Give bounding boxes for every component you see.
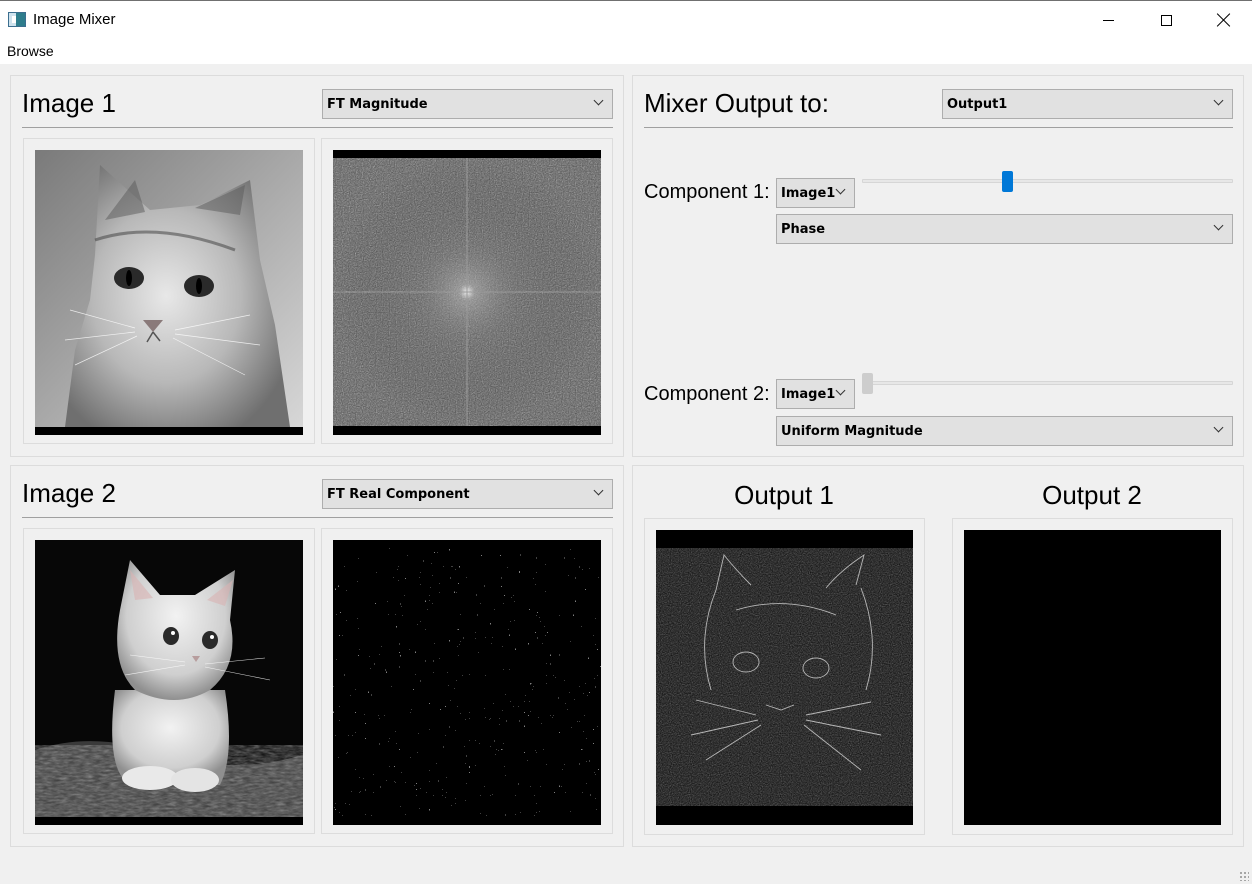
maximize-button[interactable] [1137, 1, 1195, 39]
component1-slider-track [862, 179, 1233, 183]
output1-title: Output 1 [734, 480, 834, 510]
image2-original-frame [23, 528, 315, 834]
image1-cat-image [35, 150, 303, 435]
image1-divider [22, 127, 613, 128]
component2-type-select-value: Uniform Magnitude [781, 424, 923, 439]
window-title: Image Mixer [33, 11, 116, 28]
mixer-output-select-value: Output1 [947, 97, 1008, 112]
component1-type-select[interactable]: Phase [776, 214, 1233, 244]
minimize-icon [1102, 19, 1114, 21]
chevron-down-icon [1212, 422, 1226, 436]
image2-component-view [333, 540, 601, 825]
menu-browse[interactable]: Browse [7, 43, 54, 59]
mixer-divider [644, 127, 1233, 128]
mixer-output-select[interactable]: Output1 [942, 89, 1233, 119]
image2-divider [22, 517, 613, 518]
component1-image-select[interactable]: Image1 [776, 178, 855, 208]
image1-component-view [333, 150, 601, 435]
component2-image-select[interactable]: Image1 [776, 379, 855, 409]
image2-panel: Image 2 FT Real Component [10, 465, 624, 847]
component2-type-select[interactable]: Uniform Magnitude [776, 416, 1233, 446]
image1-original-view [35, 150, 303, 435]
image2-view-select-value: FT Real Component [327, 487, 470, 502]
image2-ft-real-component-image [333, 540, 601, 825]
image2-component-frame [321, 528, 613, 834]
close-icon [1217, 13, 1231, 27]
image1-original-frame [23, 138, 315, 444]
menu-bar: Browse [0, 38, 1252, 64]
output1-view [656, 530, 913, 825]
chevron-down-icon [1212, 95, 1226, 109]
image1-ft-magnitude-image [333, 150, 601, 435]
component1-type-select-value: Phase [781, 222, 826, 237]
image2-kitten-image [35, 540, 303, 825]
output2-frame [952, 518, 1233, 835]
output1-image [656, 530, 913, 825]
chevron-down-icon [592, 95, 606, 109]
image1-title: Image 1 [22, 88, 116, 118]
image2-original-view [35, 540, 303, 825]
component2-label: Component 2: [644, 383, 770, 405]
output2-view [964, 530, 1221, 825]
image1-view-select-value: FT Magnitude [327, 97, 428, 112]
close-button[interactable] [1195, 1, 1252, 39]
resize-grip-icon[interactable] [1239, 871, 1249, 881]
app-window-icon [8, 12, 26, 27]
image2-view-select[interactable]: FT Real Component [322, 479, 613, 509]
component1-label: Component 1: [644, 181, 770, 203]
output1-frame [644, 518, 925, 835]
title-bar: Image Mixer [0, 0, 1252, 38]
mixer-panel: Mixer Output to: Output1 Component 1: Im… [632, 75, 1244, 457]
component2-slider-track [862, 381, 1233, 385]
minimize-button[interactable] [1079, 1, 1137, 39]
image1-panel: Image 1 FT Magnitude [10, 75, 624, 457]
component2-slider-handle[interactable] [862, 373, 873, 394]
chevron-down-icon [1212, 220, 1226, 234]
image2-title: Image 2 [22, 478, 116, 508]
component1-slider-handle[interactable] [1002, 171, 1013, 192]
chevron-down-icon [834, 184, 848, 198]
chevron-down-icon [834, 385, 848, 399]
image1-component-frame [321, 138, 613, 444]
chevron-down-icon [592, 485, 606, 499]
image1-view-select[interactable]: FT Magnitude [322, 89, 613, 119]
mixer-title: Mixer Output to: [644, 88, 829, 118]
component1-image-select-value: Image1 [781, 186, 836, 201]
component2-image-select-value: Image1 [781, 387, 836, 402]
outputs-panel: Output 1 Output 2 [632, 465, 1244, 847]
output2-title: Output 2 [1042, 480, 1142, 510]
maximize-icon [1160, 14, 1172, 26]
